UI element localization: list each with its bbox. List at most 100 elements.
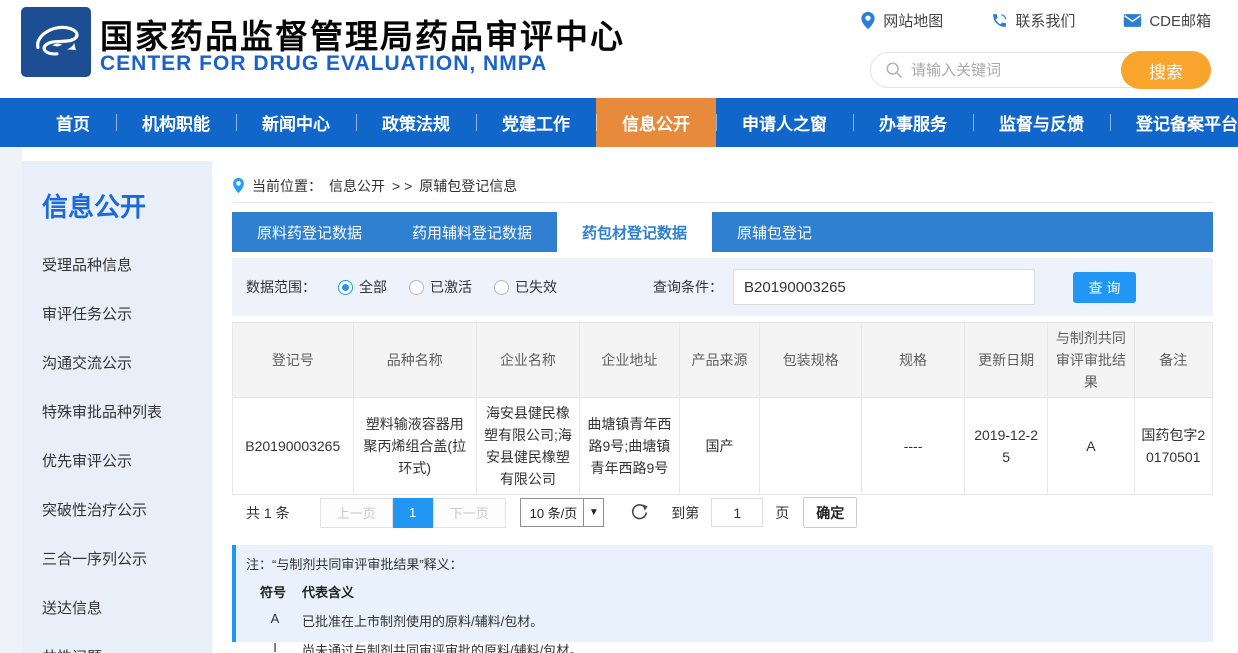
col-remarks: 备注 bbox=[1134, 323, 1212, 398]
query-button[interactable]: 查 询 bbox=[1073, 272, 1136, 303]
cell-company-address: 曲塘镇青年西路9号;曲塘镇青年西路9号 bbox=[579, 398, 679, 495]
col-update-date: 更新日期 bbox=[965, 323, 1048, 398]
tab-raw-aux-pack[interactable]: 原辅包登记 bbox=[712, 212, 837, 252]
radio-expired-label: 已失效 bbox=[515, 277, 557, 297]
page-size-select[interactable]: 10 条/页 ▼ bbox=[520, 498, 605, 527]
note-meaning-header: 代表含义 bbox=[302, 582, 354, 601]
content: 当前位置： 信息公开 > > 原辅包登记信息 原料药登记数据 药用辅料登记数据 … bbox=[232, 147, 1213, 653]
sidebar-item-special-approval[interactable]: 特殊审批品种列表 bbox=[22, 387, 212, 436]
nav-item-applicant[interactable]: 申请人之窗 bbox=[716, 98, 853, 147]
sidebar-item-priority-review[interactable]: 优先审评公示 bbox=[22, 436, 212, 485]
tab-packaging-registration[interactable]: 药包材登记数据 bbox=[557, 212, 712, 252]
total-count: 共 1 条 bbox=[246, 503, 290, 523]
breadcrumb-home[interactable]: 信息公开 bbox=[329, 176, 385, 196]
col-company-address: 企业地址 bbox=[579, 323, 679, 398]
main-area: 信息公开 受理品种信息 审评任务公示 沟通交流公示 特殊审批品种列表 优先审评公… bbox=[0, 147, 1238, 653]
nav-item-supervision[interactable]: 监督与反馈 bbox=[973, 98, 1110, 147]
nav-item-home[interactable]: 首页 bbox=[30, 98, 116, 147]
cell-packaging-spec bbox=[760, 398, 862, 495]
cell-product-name: 塑料输液容器用聚丙烯组合盖(拉环式) bbox=[353, 398, 476, 495]
nav-item-news[interactable]: 新闻中心 bbox=[236, 98, 356, 147]
col-spec: 规格 bbox=[862, 323, 965, 398]
radio-all[interactable]: 全部 bbox=[338, 277, 387, 297]
site-title: 国家药品监督管理局药品审评中心 bbox=[100, 10, 625, 58]
query-input[interactable] bbox=[733, 269, 1035, 305]
sidebar-item-common-issues[interactable]: 共性问题 bbox=[22, 632, 212, 653]
site-subtitle: CENTER FOR DRUG EVALUATION, NMPA bbox=[100, 52, 547, 76]
registration-table: 登记号 品种名称 企业名称 企业地址 产品来源 包装规格 规格 更新日期 与制剂… bbox=[232, 322, 1213, 495]
tab-api-registration[interactable]: 原料药登记数据 bbox=[232, 212, 387, 252]
sidebar-item-communication[interactable]: 沟通交流公示 bbox=[22, 338, 212, 387]
note-entry-i: I 尚未通过与制剂共同审评审批的原料/辅料/包材。 bbox=[260, 640, 1213, 653]
contact-label: 联系我们 bbox=[1015, 10, 1075, 31]
quick-links: 网站地图 联系我们 CDE邮箱 bbox=[860, 10, 1211, 31]
map-pin-icon bbox=[860, 11, 876, 30]
filter-bar: 数据范围： 全部 已激活 已失效 查询条件： 查 询 bbox=[232, 258, 1213, 316]
nav-item-registration-platform[interactable]: 登记备案平台 bbox=[1110, 98, 1238, 147]
cell-spec: ---- bbox=[862, 398, 965, 495]
col-registration-no: 登记号 bbox=[233, 323, 354, 398]
col-product-origin: 产品来源 bbox=[679, 323, 759, 398]
cell-company-name: 海安县健民橡塑有限公司;海安县健民橡塑有限公司 bbox=[477, 398, 580, 495]
radio-expired[interactable]: 已失效 bbox=[494, 277, 557, 297]
nav-item-functions[interactable]: 机构职能 bbox=[116, 98, 236, 147]
search-icon bbox=[885, 61, 903, 79]
sidebar-item-delivery-info[interactable]: 送达信息 bbox=[22, 583, 212, 632]
goto-page-label: 到第 bbox=[671, 503, 699, 523]
note-symbol-a: A bbox=[260, 611, 290, 630]
col-company-name: 企业名称 bbox=[477, 323, 580, 398]
note-title: 注：“与制剂共同审评审批结果”释义： bbox=[246, 554, 1213, 573]
cell-update-date: 2019-12-25 bbox=[965, 398, 1048, 495]
search-bar: 搜索 bbox=[870, 52, 1211, 88]
radio-activated-icon bbox=[409, 280, 424, 295]
sitemap-link[interactable]: 网站地图 bbox=[860, 10, 943, 31]
nav-item-policies[interactable]: 政策法规 bbox=[356, 98, 476, 147]
swan-logo-icon bbox=[27, 13, 85, 71]
breadcrumb-current[interactable]: 原辅包登记信息 bbox=[419, 176, 517, 196]
breadcrumb: 当前位置： 信息公开 > > 原辅包登记信息 bbox=[232, 169, 1213, 203]
note-symbol-header: 符号 bbox=[260, 582, 286, 601]
mail-icon bbox=[1123, 13, 1142, 28]
col-product-name: 品种名称 bbox=[353, 323, 476, 398]
nav-item-info-disclosure[interactable]: 信息公开 bbox=[596, 98, 716, 147]
confirm-button[interactable]: 确定 bbox=[803, 497, 857, 528]
mailbox-link[interactable]: CDE邮箱 bbox=[1123, 10, 1211, 31]
radio-activated[interactable]: 已激活 bbox=[409, 277, 472, 297]
site-header: 国家药品监督管理局药品审评中心 CENTER FOR DRUG EVALUATI… bbox=[0, 0, 1238, 98]
refresh-icon bbox=[630, 503, 649, 522]
pager-group: 上一页 1 下一页 bbox=[320, 498, 506, 528]
sidebar-item-review-tasks[interactable]: 审评任务公示 bbox=[22, 289, 212, 338]
cell-product-origin: 国产 bbox=[679, 398, 759, 495]
chevron-down-icon: ▼ bbox=[583, 499, 603, 526]
next-page-button[interactable]: 下一页 bbox=[433, 498, 506, 528]
refresh-button[interactable] bbox=[630, 503, 649, 522]
phone-icon bbox=[991, 12, 1008, 29]
nav-item-party[interactable]: 党建工作 bbox=[476, 98, 596, 147]
sidebar-item-breakthrough-therapy[interactable]: 突破性治疗公示 bbox=[22, 485, 212, 534]
prev-page-button[interactable]: 上一页 bbox=[320, 498, 393, 528]
cde-logo[interactable] bbox=[21, 7, 91, 77]
radio-all-label: 全部 bbox=[359, 277, 387, 297]
col-joint-review-result: 与制剂共同审评审批结果 bbox=[1048, 323, 1134, 398]
table-header-row: 登记号 品种名称 企业名称 企业地址 产品来源 包装规格 规格 更新日期 与制剂… bbox=[233, 323, 1213, 398]
cell-registration-no: B20190003265 bbox=[233, 398, 354, 495]
main-nav: 首页 机构职能 新闻中心 政策法规 党建工作 信息公开 申请人之窗 办事服务 监… bbox=[0, 98, 1238, 147]
breadcrumb-prefix: 当前位置： bbox=[252, 176, 322, 196]
sidebar-item-accepted-varieties[interactable]: 受理品种信息 bbox=[22, 240, 212, 289]
search-button[interactable]: 搜索 bbox=[1121, 51, 1211, 89]
contact-link[interactable]: 联系我们 bbox=[991, 10, 1075, 31]
note-symbol-i: I bbox=[260, 640, 290, 653]
note-meaning-i: 尚未通过与制剂共同审评审批的原料/辅料/包材。 bbox=[302, 640, 582, 653]
tab-excipient-registration[interactable]: 药用辅料登记数据 bbox=[387, 212, 557, 252]
page-1-button[interactable]: 1 bbox=[393, 498, 433, 528]
page: 国家药品监督管理局药品审评中心 CENTER FOR DRUG EVALUATI… bbox=[0, 0, 1238, 653]
search-input[interactable] bbox=[903, 62, 1121, 79]
note-box: 注：“与制剂共同审评审批结果”释义： 符号 代表含义 A 已批准在上市制剂使用的… bbox=[232, 545, 1213, 642]
sidebar-item-three-in-one[interactable]: 三合一序列公示 bbox=[22, 534, 212, 583]
nav-item-services[interactable]: 办事服务 bbox=[853, 98, 973, 147]
table-row: B20190003265 塑料输液容器用聚丙烯组合盖(拉环式) 海安县健民橡塑有… bbox=[233, 398, 1213, 495]
data-tabs: 原料药登记数据 药用辅料登记数据 药包材登记数据 原辅包登记 bbox=[232, 212, 1213, 252]
scope-label: 数据范围： bbox=[246, 277, 316, 297]
goto-page-input[interactable] bbox=[711, 498, 763, 527]
cell-joint-review-result: A bbox=[1048, 398, 1134, 495]
